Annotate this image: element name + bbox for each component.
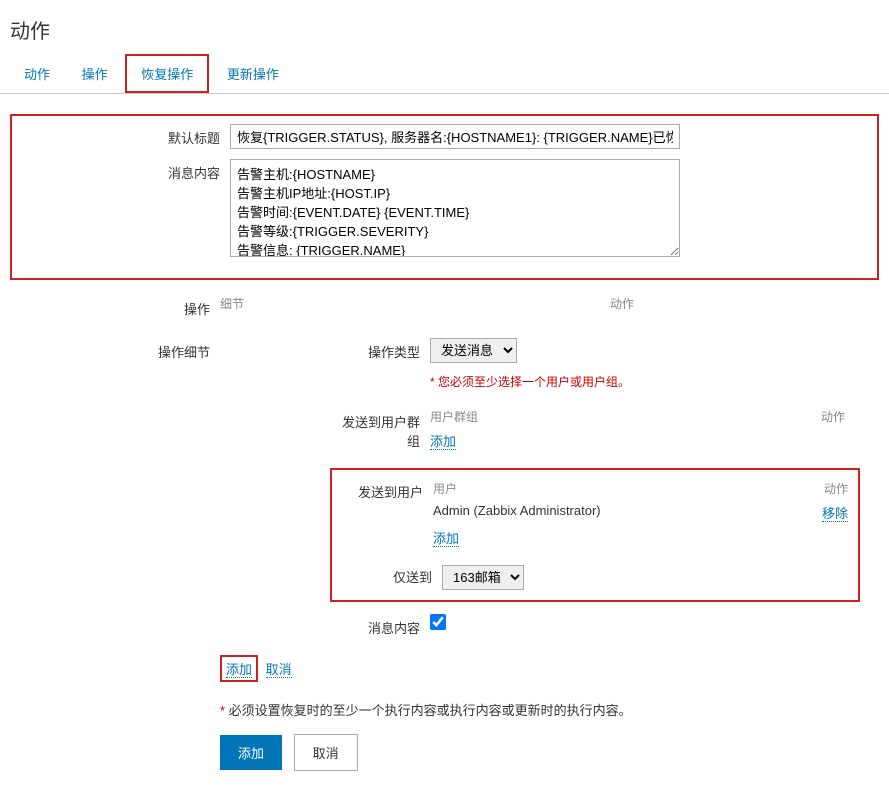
- message-content-checkbox-label: 消息内容: [330, 614, 430, 637]
- add-button[interactable]: 添加: [220, 735, 282, 770]
- detail-add-link[interactable]: 添加: [226, 662, 252, 678]
- operation-type-label: 操作类型: [330, 338, 430, 361]
- detail-cancel-link[interactable]: 取消: [266, 662, 292, 678]
- message-content-checkbox[interactable]: [430, 614, 446, 630]
- groups-action-col-header: 动作: [805, 408, 845, 425]
- default-subject-label: 默认标题: [20, 124, 230, 147]
- tab-action[interactable]: 动作: [10, 56, 64, 91]
- form-area: 默认标题 消息内容 告警主机:{HOSTNAME} 告警主机IP地址:{HOST…: [0, 94, 889, 801]
- operations-col-details: 细节: [220, 295, 610, 312]
- groups-add-link[interactable]: 添加: [430, 434, 456, 450]
- operation-type-select[interactable]: 发送消息: [430, 338, 517, 363]
- message-content-label: 消息内容: [20, 159, 230, 182]
- required-asterisk: *: [430, 375, 438, 389]
- message-content-textarea[interactable]: 告警主机:{HOSTNAME} 告警主机IP地址:{HOST.IP} 告警时间:…: [230, 159, 680, 257]
- operations-col-action: 动作: [610, 295, 670, 312]
- footer-required-text: 必须设置恢复时的至少一个执行内容或执行内容或更新时的执行内容。: [229, 703, 632, 718]
- send-to-groups-label: 发送到用户群组: [330, 408, 430, 450]
- footer-required-asterisk: *: [220, 703, 229, 718]
- users-action-col-header: 动作: [808, 480, 848, 497]
- page-title: 动作: [0, 0, 889, 54]
- user-row-name: Admin (Zabbix Administrator): [433, 503, 808, 522]
- only-send-to-label: 仅送到: [342, 565, 442, 590]
- tab-bar: 动作 操作 恢复操作 更新操作: [0, 54, 889, 94]
- tab-recovery-operation[interactable]: 恢复操作: [125, 54, 209, 93]
- subject-message-box: 默认标题 消息内容 告警主机:{HOSTNAME} 告警主机IP地址:{HOST…: [10, 114, 879, 280]
- users-col-header: 用户: [433, 480, 808, 497]
- detail-add-link-box: 添加: [220, 655, 258, 682]
- required-help-text: 您必须至少选择一个用户或用户组。: [438, 375, 630, 389]
- users-add-link[interactable]: 添加: [433, 531, 459, 547]
- groups-col-header: 用户群组: [430, 408, 805, 425]
- send-to-users-label: 发送到用户: [342, 480, 433, 547]
- operations-label: 操作: [10, 295, 220, 318]
- send-to-user-box: 发送到用户 用户 动作 Admin (Zabbix Administrator)…: [330, 468, 860, 602]
- only-send-to-select[interactable]: 163邮箱: [442, 565, 524, 590]
- footer-buttons: 添加 取消: [220, 734, 879, 771]
- tab-operation[interactable]: 操作: [68, 56, 122, 91]
- cancel-button[interactable]: 取消: [294, 734, 358, 771]
- operation-details-label: 操作细节: [10, 338, 220, 361]
- default-subject-input[interactable]: [230, 124, 680, 149]
- user-remove-link[interactable]: 移除: [822, 506, 848, 522]
- tab-update-operation[interactable]: 更新操作: [213, 56, 293, 91]
